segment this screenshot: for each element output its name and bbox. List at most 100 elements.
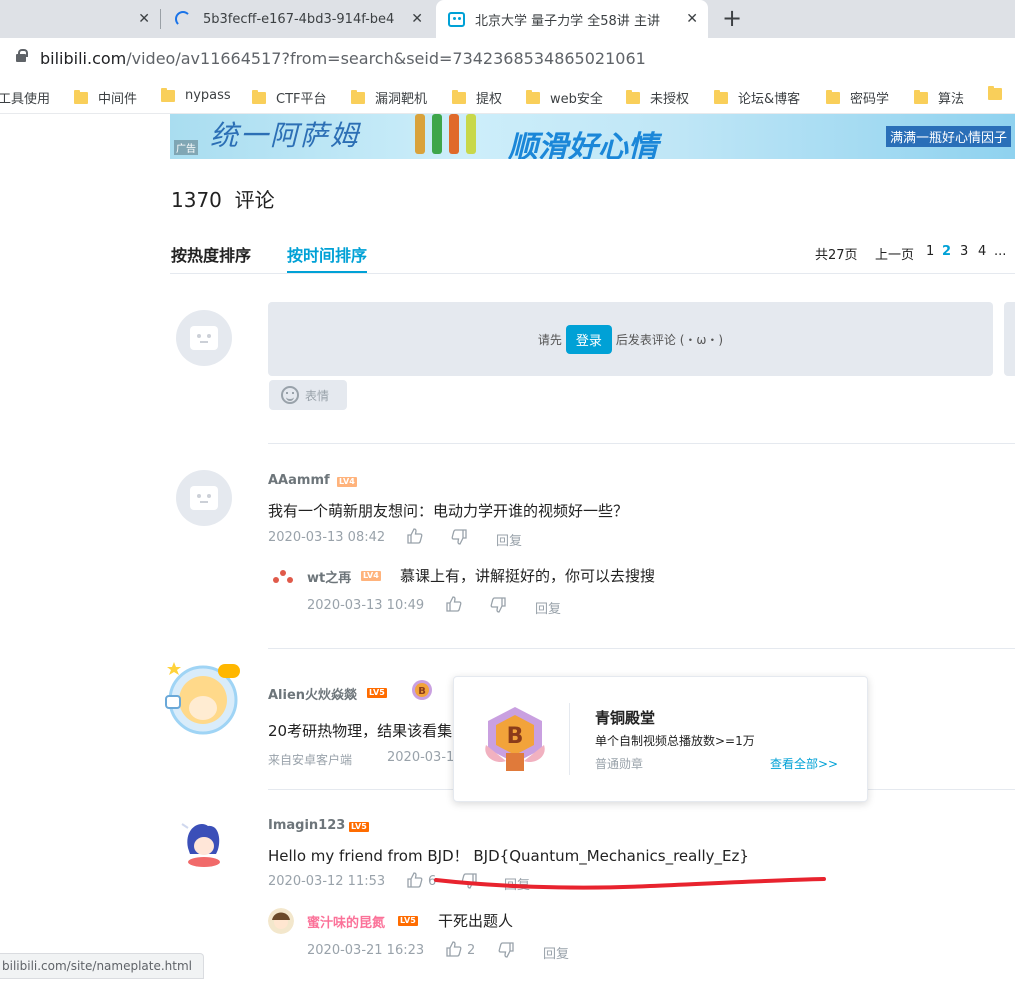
folder-icon	[914, 89, 928, 104]
url-text[interactable]: bilibili.com/video/av11664517?from=searc…	[40, 49, 646, 68]
medal-type: 普通勋章	[595, 757, 644, 771]
bookmark-item[interactable]: 提权	[452, 88, 502, 107]
folder-icon	[526, 89, 540, 104]
commenter-avatar[interactable]	[178, 818, 228, 868]
pager-page-current[interactable]: 2	[942, 244, 951, 259]
level-badge: LV4	[337, 477, 357, 487]
reply-button[interactable]: 回复	[535, 598, 561, 617]
folder-icon	[826, 89, 840, 104]
comment-text: 我有一个萌新朋友想问：电动力学开谁的视频好一些？	[268, 502, 629, 520]
reply-text: 慕课上有，讲解挺好的，你可以去搜搜	[400, 567, 656, 585]
dislike-icon[interactable]	[498, 942, 514, 958]
level-badge: LV4	[361, 571, 381, 581]
bookmark-item[interactable]: 漏洞靶机	[351, 88, 427, 107]
comment-divider	[268, 443, 1015, 444]
like-icon[interactable]	[446, 941, 462, 957]
submit-comment-button[interactable]	[1004, 302, 1015, 376]
comment-time: 2020-03-12 11:53	[268, 874, 386, 889]
close-tab-icon[interactable]: ✕	[686, 11, 698, 27]
reply-username[interactable]: wt之再	[307, 567, 351, 586]
ad-tagline: 满满一瓶好心情因子	[885, 126, 1011, 147]
reply-avatar[interactable]	[270, 563, 296, 589]
pager-page[interactable]: 4	[978, 244, 986, 259]
ad-bottle-image	[432, 114, 442, 154]
commenter-name[interactable]: Alien火炏焱燚	[268, 684, 357, 703]
like-icon[interactable]	[446, 596, 462, 612]
bookmark-item[interactable]: web安全	[526, 88, 603, 107]
level-badge: LV5	[398, 916, 418, 926]
bookmark-item[interactable]: 未授权	[626, 88, 689, 107]
like-count: 2	[467, 943, 476, 958]
sort-by-hot-tab[interactable]: 按热度排序	[171, 242, 251, 266]
commenter-name[interactable]: AAammf	[268, 473, 330, 488]
close-tab-icon[interactable]: ✕	[411, 11, 423, 27]
comment-source: 来自安卓客户端	[268, 753, 353, 767]
bilibili-favicon-icon	[448, 11, 465, 27]
login-button[interactable]: 登录	[565, 324, 612, 354]
ad-bottle-image	[466, 114, 476, 154]
ad-bottle-image	[415, 114, 425, 154]
pager-page[interactable]: 1	[926, 244, 934, 259]
folder-icon	[252, 89, 266, 104]
bookmark-item[interactable]: nypass	[161, 87, 231, 103]
commenter-name[interactable]: Imagin123	[268, 818, 345, 833]
bookmark-item[interactable]: 中间件	[74, 88, 137, 107]
bookmark-item[interactable]: 算法	[914, 88, 964, 107]
close-tab-icon[interactable]: ✕	[138, 11, 150, 27]
tab-separator	[160, 9, 161, 29]
comment-text: Hello my friend from BJD！ BJD{Quantum_Me…	[268, 847, 749, 865]
reply-time: 2020-03-13 10:49	[307, 598, 425, 613]
emoji-button[interactable]: 表情	[269, 380, 347, 410]
ad-slogan: 顺滑好心情	[508, 130, 658, 159]
browser-tab-active[interactable]: 北京大学 量子力学 全58讲 主讲 ✕	[436, 0, 708, 38]
sort-divider	[170, 273, 1015, 274]
address-bar[interactable]: bilibili.com/video/av11664517?from=searc…	[0, 38, 1015, 80]
svg-text:B: B	[507, 724, 524, 749]
commenter-avatar[interactable]	[176, 470, 232, 526]
bookmark-item[interactable]: 工具使用	[0, 88, 50, 107]
bookmark-item[interactable]: 论坛&博客	[714, 88, 800, 107]
comment-time: 2020-03-13 08:42	[268, 530, 386, 545]
svg-text:B: B	[418, 686, 426, 697]
tab-title: 5b3fecff-e167-4bd3-914f-be4	[203, 11, 395, 27]
folder-icon	[452, 89, 466, 104]
reply-avatar[interactable]	[268, 908, 294, 934]
new-tab-button[interactable]: +	[722, 4, 742, 32]
comment-input-box[interactable]: 请先 登录 后发表评论 (・ω・)	[268, 302, 993, 376]
pager-page[interactable]: 3	[960, 244, 968, 259]
tab-title: 北京大学 量子力学 全58讲 主讲	[475, 13, 660, 29]
login-prompt-text: 请先	[537, 332, 562, 347]
browser-tab-2[interactable]: 5b3fecff-e167-4bd3-914f-be4 ✕	[163, 0, 433, 38]
folder-icon	[626, 89, 640, 104]
level-badge: LV5	[349, 822, 369, 832]
reply-button[interactable]: 回复	[543, 943, 569, 962]
reply-button[interactable]: 回复	[496, 530, 522, 549]
medal-description: 单个自制视频总播放数>=1万	[595, 734, 755, 748]
ad-bottle-image	[449, 114, 459, 154]
folder-icon	[74, 89, 88, 104]
ad-text: 统一阿萨姆	[210, 119, 361, 152]
comment-text: 20考研热物理，结果该看集	[268, 722, 453, 740]
dislike-icon[interactable]	[490, 597, 506, 613]
bookmark-item[interactable]: CTF平台	[252, 88, 327, 107]
pager-total: 共27页	[815, 248, 858, 263]
medal-badge-icon[interactable]: B	[410, 679, 434, 703]
like-icon[interactable]	[407, 872, 423, 888]
browser-tab-1[interactable]: ✕	[0, 0, 160, 38]
bronze-medal-icon: B	[485, 707, 545, 771]
reply-username[interactable]: 蜜汁味的昆氮	[307, 912, 385, 931]
folder-icon	[351, 89, 365, 104]
bookmark-item[interactable]	[988, 86, 1012, 100]
ad-banner[interactable]: 统一阿萨姆 顺滑好心情 满满一瓶好心情因子 广告	[170, 114, 1015, 159]
view-all-medals-link[interactable]: 查看全部>>	[770, 755, 838, 772]
medal-popup: B 青铜殿堂 单个自制视频总播放数>=1万 普通勋章 查看全部>>	[453, 676, 868, 802]
medal-title: 青铜殿堂	[595, 709, 656, 727]
ad-label: 广告	[174, 140, 198, 155]
sort-by-time-tab[interactable]: 按时间排序	[287, 242, 367, 266]
bookmark-item[interactable]: 密码学	[826, 88, 889, 107]
pager-prev[interactable]: 上一页	[875, 244, 914, 263]
like-icon[interactable]	[407, 528, 423, 544]
dislike-icon[interactable]	[451, 529, 467, 545]
lock-icon[interactable]	[16, 49, 28, 62]
commenter-avatar-with-pendant[interactable]	[160, 656, 246, 742]
